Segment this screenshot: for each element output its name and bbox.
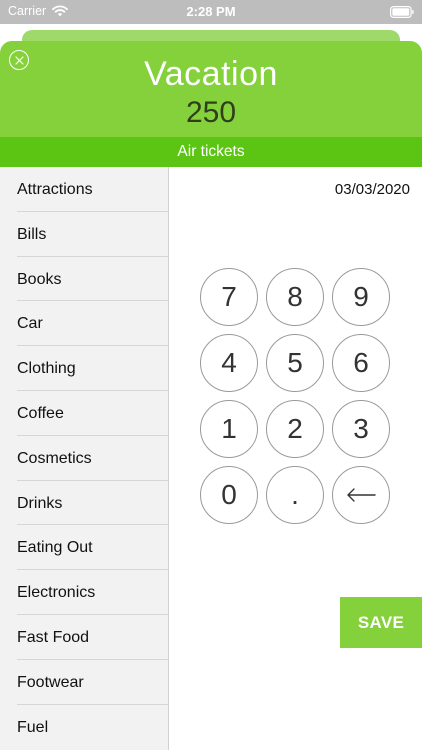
category-item-electronics[interactable]: Electronics — [0, 570, 168, 615]
category-item-car[interactable]: Car — [0, 301, 168, 346]
key-decimal[interactable]: . — [266, 466, 324, 524]
battery-icon — [390, 6, 414, 18]
key-4[interactable]: 4 — [200, 334, 258, 392]
key-8[interactable]: 8 — [266, 268, 324, 326]
category-item-bills[interactable]: Bills — [0, 212, 168, 257]
key-6[interactable]: 6 — [332, 334, 390, 392]
key-backspace[interactable] — [332, 466, 390, 524]
category-item-attractions[interactable]: Attractions — [0, 167, 168, 212]
key-9[interactable]: 9 — [332, 268, 390, 326]
date-selector[interactable]: 03/03/2020 — [335, 181, 410, 198]
category-item-fuel[interactable]: Fuel — [0, 705, 168, 750]
save-button[interactable]: SAVE — [340, 597, 422, 648]
key-2[interactable]: 2 — [266, 400, 324, 458]
key-5[interactable]: 5 — [266, 334, 324, 392]
category-item-eating-out[interactable]: Eating Out — [0, 525, 168, 570]
category-item-fast-food[interactable]: Fast Food — [0, 615, 168, 660]
category-item-coffee[interactable]: Coffee — [0, 391, 168, 436]
key-0[interactable]: 0 — [200, 466, 258, 524]
category-list[interactable]: Attractions Bills Books Car Clothing Cof… — [0, 167, 169, 750]
category-item-drinks[interactable]: Drinks — [0, 481, 168, 526]
category-item-clothing[interactable]: Clothing — [0, 346, 168, 391]
category-item-books[interactable]: Books — [0, 257, 168, 302]
key-1[interactable]: 1 — [200, 400, 258, 458]
key-3[interactable]: 3 — [332, 400, 390, 458]
category-item-cosmetics[interactable]: Cosmetics — [0, 436, 168, 481]
numeric-keypad: 7 8 9 4 5 6 1 2 3 0 . — [200, 268, 392, 524]
key-7[interactable]: 7 — [200, 268, 258, 326]
status-bar: Carrier 2:28 PM — [0, 0, 422, 24]
backspace-arrow-icon — [347, 488, 376, 502]
selected-category-label: Air tickets — [0, 137, 422, 167]
amount-display: 250 — [185, 96, 237, 129]
budget-title: Vacation — [144, 55, 278, 93]
category-item-footwear[interactable]: Footwear — [0, 660, 168, 705]
status-time: 2:28 PM — [186, 4, 236, 19]
header: Vacation 250 — [0, 41, 422, 137]
